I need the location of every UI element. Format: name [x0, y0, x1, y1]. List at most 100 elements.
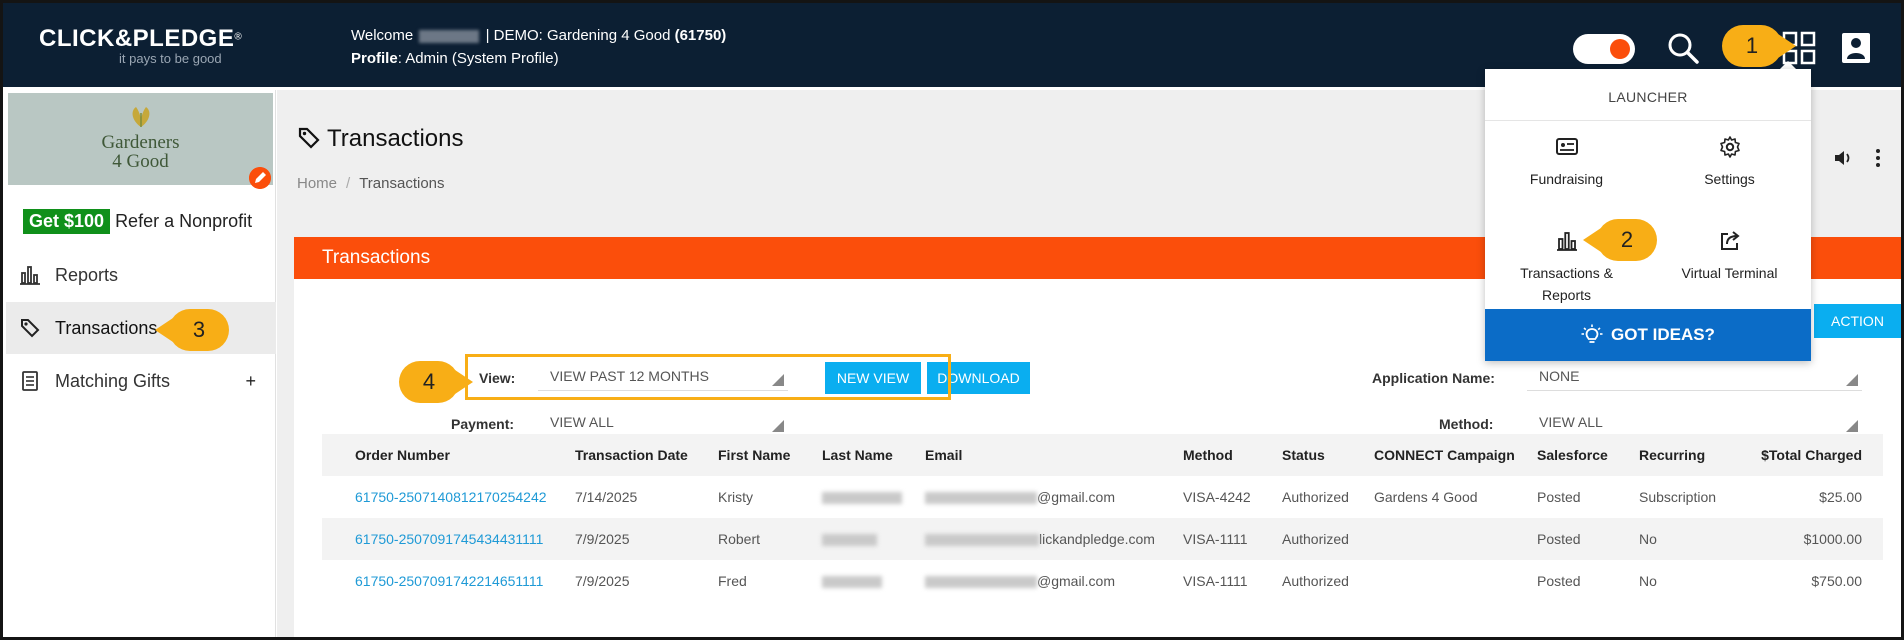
col-recurring[interactable]: Recurring [1639, 434, 1705, 476]
col-order-number[interactable]: Order Number [355, 434, 450, 476]
first-name: Kristy [718, 489, 753, 505]
email-visible-part: lickandpledge.com [1039, 531, 1155, 547]
user-profile-icon[interactable] [1839, 31, 1873, 65]
email: @gmail.com [925, 476, 1115, 518]
bar-chart-icon [1556, 232, 1577, 251]
order-number-link[interactable]: 61750-2507091742214651111 [355, 560, 543, 602]
tag-icon [298, 127, 320, 149]
col-email[interactable]: Email [925, 434, 962, 476]
got-ideas-button[interactable]: GOT IDEAS? [1485, 309, 1811, 361]
breadcrumb-home[interactable]: Home [297, 175, 337, 192]
launcher-dropdown: LAUNCHER Fundraising Settings Transactio… [1485, 69, 1811, 361]
mode-toggle[interactable] [1573, 34, 1635, 64]
application-name-select[interactable]: NONE [1527, 361, 1862, 391]
last-name-redacted [822, 560, 882, 602]
launcher-heading: LAUNCHER [1485, 69, 1811, 121]
sidebar-item-reports[interactable]: Reports [6, 249, 276, 301]
col-salesforce[interactable]: Salesforce [1537, 434, 1608, 476]
search-icon[interactable] [1666, 31, 1700, 65]
order-number-link[interactable]: 61750-2507140812170254242 [355, 476, 547, 518]
logo-wordmark: CLICK&PLEDGE [39, 25, 235, 52]
bar-chart-icon [20, 266, 40, 285]
launcher-tile-settings[interactable]: Settings [1648, 135, 1811, 189]
method-select[interactable]: VIEW ALL [1527, 407, 1862, 437]
tag-icon [21, 319, 40, 338]
payment-select-value: VIEW ALL [550, 414, 614, 430]
sidebar-item-label: Reports [55, 264, 119, 285]
org-logo-text: Gardeners 4 Good [8, 133, 273, 171]
speaker-icon[interactable] [1833, 148, 1853, 168]
gear-icon [1719, 136, 1740, 158]
salesforce: Posted [1537, 573, 1581, 589]
refer-reward-chip: Get $100 [23, 209, 111, 234]
salesforce: Posted [1537, 531, 1581, 547]
col-method[interactable]: Method [1183, 434, 1233, 476]
col-status[interactable]: Status [1282, 434, 1325, 476]
profile-value: : Admin (System Profile) [397, 50, 559, 67]
org-logo-leaf-icon [132, 107, 150, 127]
status: Authorized [1282, 531, 1349, 547]
table-row: 61750-2507091742214651111 7/9/2025 Fred … [322, 560, 1883, 602]
callout-step-4: 4 [399, 361, 473, 403]
launcher-tile-label: Virtual Terminal [1681, 265, 1778, 281]
application-name-value: NONE [1539, 368, 1580, 384]
connect-campaign: Gardens 4 Good [1374, 489, 1478, 505]
launcher-tile-label: Fundraising [1529, 171, 1604, 187]
welcome-org: | DEMO: Gardening 4 Good [485, 27, 671, 44]
expand-plus-icon[interactable]: + [245, 371, 256, 392]
col-total-charged[interactable]: $Total Charged [1722, 434, 1862, 476]
total-charged: $750.00 [1811, 573, 1862, 589]
org-name-line2: 4 Good [112, 151, 169, 172]
breadcrumb-separator: / [346, 175, 351, 192]
total-charged: $1000.00 [1803, 531, 1862, 547]
launcher-tile-fundraising[interactable]: Fundraising [1485, 135, 1648, 189]
launcher-tile-label-line2: Reports [1541, 287, 1592, 303]
page-title: Transactions [327, 125, 464, 152]
profile-label: Profile [351, 50, 398, 67]
method: VISA-4242 [1183, 489, 1251, 505]
col-first-name[interactable]: First Name [718, 434, 790, 476]
status: Authorized [1282, 573, 1349, 589]
recurring: No [1639, 531, 1657, 547]
transaction-date: 7/9/2025 [575, 531, 630, 547]
launcher-tile-label: Settings [1704, 171, 1755, 187]
welcome-org-id: (61750) [674, 27, 727, 44]
sidebar: Gardeners 4 Good Get $100 Refer a Nonpro… [6, 90, 276, 637]
payment-select[interactable]: VIEW ALL [538, 407, 788, 437]
email: lickandpledge.com [925, 518, 1155, 560]
table-header: Order Number Transaction Date First Name… [322, 434, 1883, 476]
table-row: 61750-2507091745434431111 7/9/2025 Rober… [322, 518, 1883, 560]
lightbulb-icon [1581, 324, 1603, 343]
sidebar-item-transactions[interactable]: Transactions [6, 302, 276, 354]
id-card-icon [1555, 138, 1578, 155]
col-transaction-date[interactable]: Transaction Date [575, 434, 688, 476]
launcher-tile-label-line1: Transactions & [1520, 265, 1613, 281]
edit-logo-pencil-icon[interactable] [249, 167, 271, 189]
col-last-name[interactable]: Last Name [822, 434, 893, 476]
callout-step-2: 2 [1583, 219, 1657, 261]
sidebar-item-label: Matching Gifts [55, 370, 171, 391]
transaction-date: 7/14/2025 [575, 489, 638, 505]
method: VISA-1111 [1183, 573, 1248, 589]
welcome-prefix: Welcome [351, 27, 414, 44]
logo-tagline: it pays to be good [119, 51, 222, 66]
breadcrumb-current: Transactions [359, 175, 445, 192]
more-options-icon[interactable] [1868, 148, 1888, 168]
sidebar-item-label: Transactions [55, 317, 158, 338]
payment-label: Payment: [451, 416, 515, 432]
add-transaction-button[interactable]: ACTION [1814, 304, 1901, 338]
brand-logo[interactable]: CLICK&PLEDGE® it pays to be good [39, 25, 242, 66]
order-number-link[interactable]: 61750-2507091745434431111 [355, 518, 543, 560]
method: VISA-1111 [1183, 531, 1248, 547]
callout-step-3: 3 [155, 309, 229, 351]
org-banner: Gardeners 4 Good [8, 93, 273, 185]
application-name-label: Application Name: [1372, 370, 1495, 386]
status: Authorized [1282, 489, 1349, 505]
launcher-tile-virtual-terminal[interactable]: Virtual Terminal [1648, 229, 1811, 283]
redacted-user-name [419, 29, 480, 43]
sidebar-item-matching-gifts[interactable]: Matching Gifts + [6, 355, 276, 407]
refer-nonprofit-banner[interactable]: Get $100 Refer a Nonprofit [23, 209, 252, 234]
col-connect-campaign[interactable]: CONNECT Campaign [1374, 434, 1515, 476]
method-select-value: VIEW ALL [1539, 414, 1603, 430]
recurring: No [1639, 573, 1657, 589]
